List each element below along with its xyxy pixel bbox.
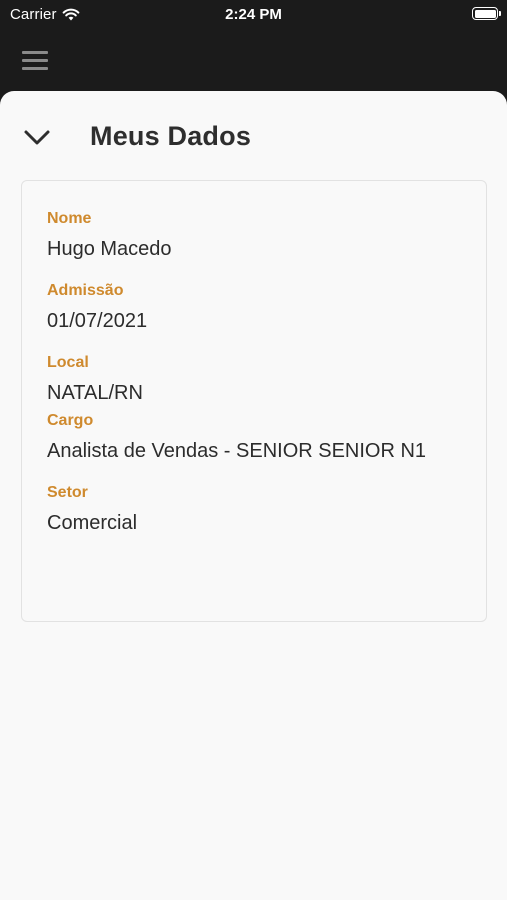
- top-navigation-bar: [0, 30, 507, 92]
- menu-line: [22, 59, 48, 62]
- battery-level: [474, 9, 496, 18]
- field-value: 01/07/2021: [47, 310, 148, 332]
- field-value: Comercial: [47, 512, 138, 534]
- field-value: Hugo Macedo: [47, 238, 172, 260]
- page-header: Meus Dados: [0, 113, 507, 161]
- field-label: Nome: [47, 210, 92, 227]
- field-local: Local NATAL/RN: [47, 354, 143, 405]
- menu-line: [22, 67, 48, 70]
- status-time: 2:24 PM: [225, 6, 282, 23]
- field-label: Local: [47, 354, 89, 371]
- field-label: Setor: [47, 484, 88, 501]
- field-value: NATAL/RN: [47, 382, 143, 404]
- page-title: Meus Dados: [90, 121, 252, 151]
- menu-line: [22, 51, 48, 54]
- status-bar: Carrier 2:24 PM: [0, 0, 507, 30]
- battery-icon: [472, 7, 498, 20]
- field-admissao: Admissão 01/07/2021: [47, 282, 147, 333]
- field-value: Analista de Vendas - SENIOR SENIOR N1: [47, 440, 427, 462]
- content-sheet: Meus Dados Nome Hugo Macedo Admissão 01/…: [0, 91, 507, 900]
- field-cargo: Cargo Analista de Vendas - SENIOR SENIOR…: [47, 412, 426, 463]
- chevron-down-icon[interactable]: [23, 125, 51, 149]
- field-label: Cargo: [47, 412, 94, 429]
- field-setor: Setor Comercial: [47, 484, 137, 535]
- field-label: Admissão: [47, 282, 124, 299]
- field-nome: Nome Hugo Macedo: [47, 210, 172, 261]
- battery-tip: [499, 11, 501, 16]
- profile-card: Nome Hugo Macedo Admissão 01/07/2021 Loc…: [21, 180, 487, 622]
- hamburger-menu-icon[interactable]: [22, 51, 48, 71]
